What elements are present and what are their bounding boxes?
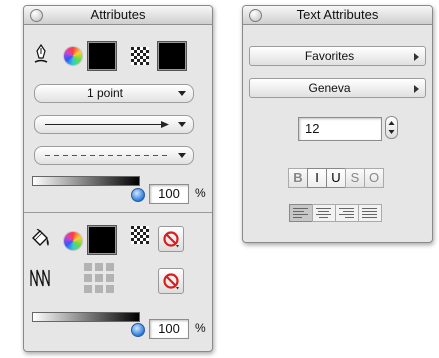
chevron-down-icon: [178, 122, 186, 127]
chevron-down-icon: [178, 91, 186, 96]
line-width-value: 1 point: [86, 86, 124, 100]
stroke-opacity-knob[interactable]: [131, 188, 145, 202]
fill-opacity-slider[interactable]: [32, 312, 140, 322]
font-size-stepper[interactable]: [385, 116, 398, 139]
fill-opacity-unit: %: [195, 321, 206, 335]
fill-color-wheel-icon[interactable]: [64, 232, 82, 250]
chevron-right-icon: [414, 53, 419, 61]
underline-button[interactable]: U: [326, 168, 346, 188]
font-size-field[interactable]: 12: [298, 117, 382, 141]
fill-checker-pattern-icon[interactable]: [131, 226, 149, 244]
fill-opacity-knob[interactable]: [131, 323, 145, 337]
chevron-right-icon: [414, 85, 419, 93]
align-justify-button[interactable]: [358, 204, 382, 222]
no-paint-icon: [163, 273, 179, 290]
favorites-button[interactable]: Favorites: [249, 46, 426, 66]
strikethrough-button[interactable]: S: [345, 168, 365, 188]
attributes-title: Attributes: [90, 7, 146, 22]
line-style-popup[interactable]: [34, 115, 194, 134]
stroke-opacity-slider[interactable]: [32, 176, 140, 186]
text-style-buttons: B I U S O: [288, 168, 388, 188]
attributes-titlebar[interactable]: Attributes: [24, 6, 212, 25]
bold-button[interactable]: B: [288, 168, 308, 188]
no-paint-icon: [163, 231, 179, 248]
close-icon[interactable]: [249, 9, 262, 22]
dashed-line-icon: [45, 155, 171, 156]
outline-button[interactable]: O: [364, 168, 384, 188]
attributes-palette: Attributes 1 point 100 % 100 %: [23, 5, 213, 352]
dash-style-popup[interactable]: [34, 146, 194, 165]
text-attributes-titlebar[interactable]: Text Attributes: [243, 6, 432, 25]
stroke-color-wheel-icon[interactable]: [64, 47, 82, 65]
stepper-arrows-icon: [388, 121, 395, 134]
zigzag-shadow-icon[interactable]: [29, 269, 51, 287]
favorites-label: Favorites: [304, 49, 355, 63]
close-icon[interactable]: [30, 9, 43, 22]
fountain-pen-icon: [34, 44, 48, 63]
solid-arrow-line-icon: [45, 121, 169, 128]
section-divider: [24, 212, 212, 213]
shadow-color-none-button[interactable]: [158, 268, 184, 294]
chevron-down-icon: [178, 153, 186, 158]
grid-dots-icon[interactable]: [84, 263, 114, 293]
stroke-color-swatch[interactable]: [87, 41, 117, 71]
paint-bucket-icon: [32, 229, 49, 246]
stroke-pattern-swatch[interactable]: [157, 41, 187, 71]
fill-pattern-none-button[interactable]: [158, 226, 184, 252]
stroke-checker-pattern-icon[interactable]: [131, 47, 149, 65]
line-width-popup[interactable]: 1 point: [34, 84, 194, 103]
fill-color-swatch[interactable]: [87, 225, 117, 255]
font-name-button[interactable]: Geneva: [249, 78, 426, 98]
align-center-button[interactable]: [312, 204, 336, 222]
stroke-opacity-field[interactable]: 100: [149, 184, 189, 204]
alignment-buttons: [289, 204, 385, 222]
font-name-value: Geneva: [308, 81, 351, 95]
font-size-value: 12: [305, 121, 320, 136]
text-attributes-title: Text Attributes: [296, 7, 379, 22]
text-attributes-palette: Text Attributes Favorites Geneva 12 B I …: [242, 5, 433, 243]
fill-opacity-field[interactable]: 100: [149, 319, 189, 339]
stroke-opacity-unit: %: [195, 186, 206, 200]
align-right-button[interactable]: [335, 204, 359, 222]
italic-button[interactable]: I: [307, 168, 327, 188]
align-left-button[interactable]: [289, 204, 313, 222]
